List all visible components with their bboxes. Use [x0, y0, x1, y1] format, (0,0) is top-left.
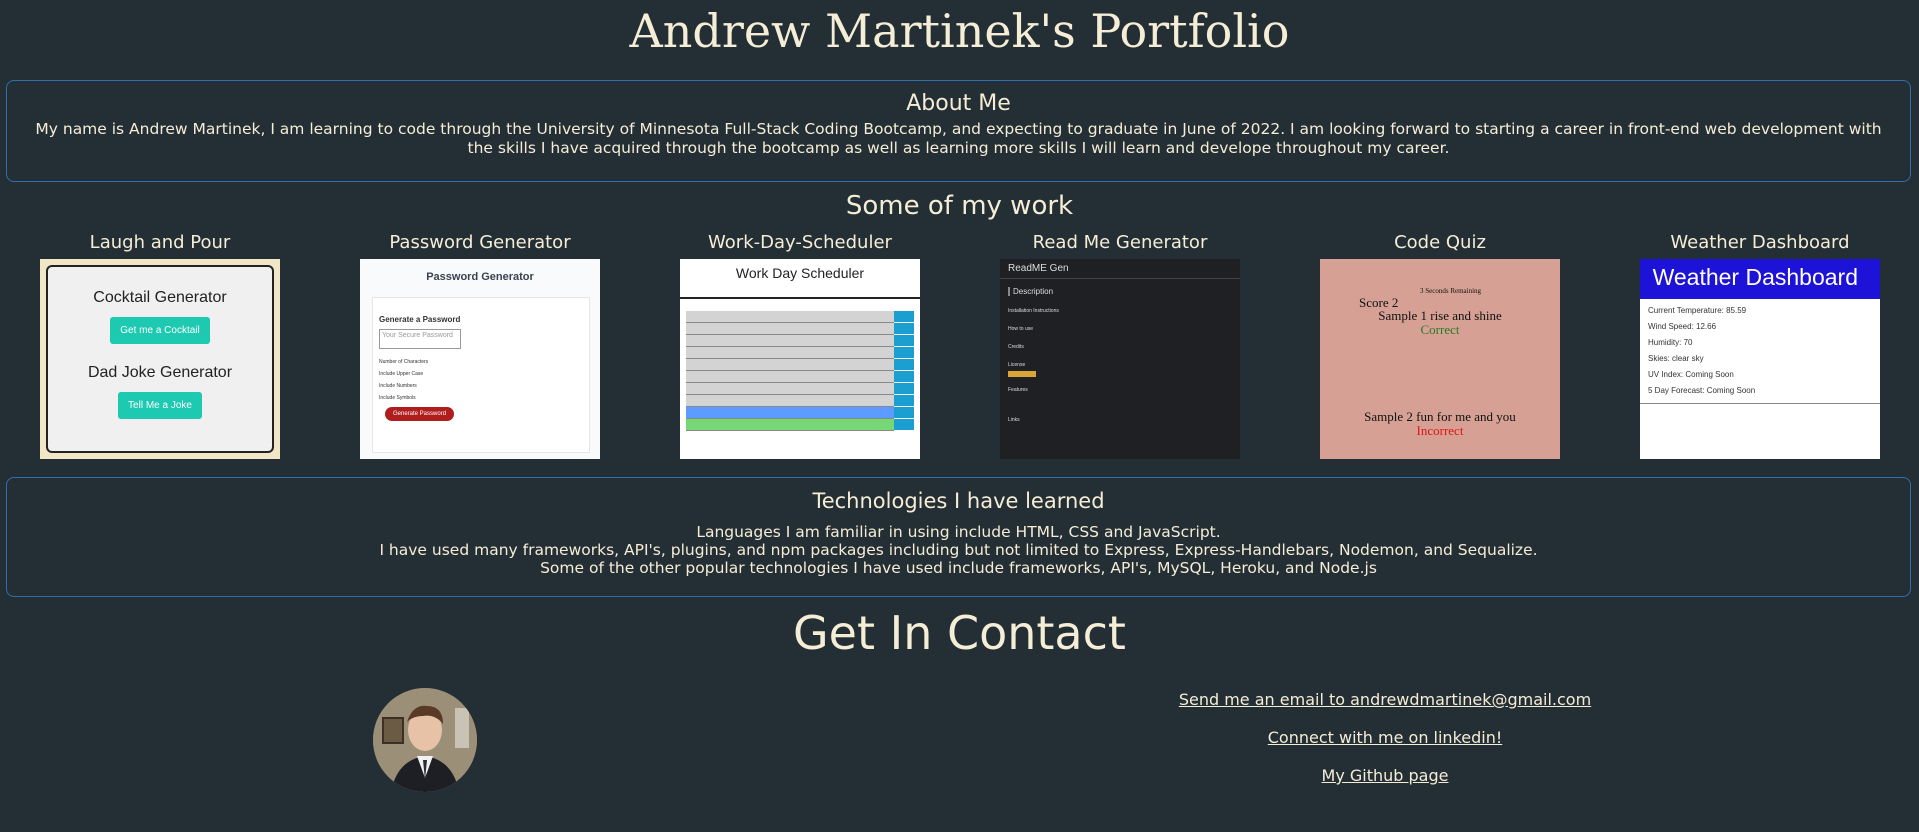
project-thumbnail[interactable]: Cocktail Generator Get me a Cocktail Dad…	[40, 259, 280, 459]
about-text: My name is Andrew Martinek, I am learnin…	[35, 120, 1882, 157]
thumb-section: Features	[1008, 387, 1028, 393]
work-heading: Some of my work	[845, 191, 1074, 221]
project-work-day-scheduler[interactable]: Work-Day-Scheduler Work Day Scheduler	[680, 232, 920, 459]
thumb-label: Number of Characters	[379, 359, 429, 365]
thumb-heading: Work Day Scheduler	[680, 259, 920, 299]
thumb-result: Correct	[1420, 322, 1460, 337]
project-read-me-generator[interactable]: Read Me Generator ReadME Gen Description…	[1000, 232, 1240, 459]
github-link[interactable]: My Github page	[1150, 766, 1620, 785]
thumb-subheading: Generate a Password	[379, 315, 461, 324]
thumb-section: Links	[1008, 417, 1020, 423]
thumb-input: Your Secure Password	[379, 329, 461, 349]
technologies-line: Languages I am familiar in using include…	[696, 523, 1221, 541]
thumb-button: Generate Password	[385, 407, 455, 421]
thumb-line: Humidity: 70	[1648, 338, 1693, 347]
thumb-section: How to use	[1008, 326, 1034, 332]
about-heading: About Me	[906, 91, 1011, 116]
thumb-heading: ReadME Gen	[1000, 259, 1240, 279]
linkedin-link[interactable]: Connect with me on linkedin!	[1150, 728, 1620, 747]
thumb-line: Wind Speed: 12.66	[1648, 322, 1717, 331]
technologies-line: I have used many frameworks, API's, plug…	[379, 541, 1538, 559]
project-laugh-and-pour[interactable]: Laugh and Pour Cocktail Generator Get me…	[40, 232, 280, 459]
project-thumbnail[interactable]: Weather Dashboard Current Temperature: 8…	[1640, 259, 1880, 459]
thumb-result: Incorrect	[1416, 423, 1464, 438]
project-thumbnail[interactable]: ReadME Gen Description Installation Inst…	[1000, 259, 1240, 459]
project-title: Work-Day-Scheduler	[708, 232, 892, 253]
thumb-line: UV Index: Coming Soon	[1648, 370, 1734, 379]
thumb-line: Current Temperature: 85.59	[1648, 306, 1747, 315]
project-code-quiz[interactable]: Code Quiz 3 Seconds Remaining Score 2 Sa…	[1320, 232, 1560, 459]
thumb-label: Include Upper Case	[379, 371, 424, 377]
thumb-label: Include Symbols	[379, 395, 416, 401]
thumb-section: License	[1008, 362, 1026, 368]
project-title: Weather Dashboard	[1670, 232, 1850, 253]
project-title: Password Generator	[389, 232, 571, 253]
project-weather-dashboard[interactable]: Weather Dashboard Weather Dashboard Curr…	[1640, 232, 1880, 459]
project-thumbnail[interactable]: Password Generator Generate a Password Y…	[360, 259, 600, 459]
thumb-heading: Password Generator	[426, 271, 534, 283]
project-thumbnail[interactable]: Work Day Scheduler	[680, 259, 920, 459]
thumb-label: Include Numbers	[379, 383, 417, 389]
email-link[interactable]: Send me an email to andrewdmartinek@gmai…	[1150, 690, 1620, 709]
page-title: Andrew Martinek's Portfolio	[629, 4, 1290, 58]
thumb-section: Credits	[1008, 344, 1024, 350]
thumb-line: Skies: clear sky	[1648, 354, 1704, 363]
thumb-heading: Dad Joke Generator	[87, 364, 233, 381]
technologies-heading: Technologies I have learned	[812, 489, 1105, 513]
project-thumbnail[interactable]: 3 Seconds Remaining Score 2 Sample 1 ris…	[1320, 259, 1560, 459]
thumb-section: Description	[1008, 287, 1240, 296]
about-section: About Me My name is Andrew Martinek, I a…	[6, 80, 1911, 182]
thumb-line: 5 Day Forecast: Coming Soon	[1648, 386, 1756, 395]
thumb-timer: 3 Seconds Remaining	[1420, 287, 1482, 295]
contact-heading: Get In Contact	[793, 606, 1126, 660]
technologies-section: Technologies I have learned Languages I …	[6, 477, 1911, 597]
thumb-button: Tell Me a Joke	[118, 392, 202, 419]
technologies-line: Some of the other popular technologies I…	[540, 559, 1377, 577]
project-title: Laugh and Pour	[89, 232, 231, 253]
thumb-heading: Weather Dashboard	[1640, 259, 1880, 299]
thumb-section: Installation Instructions	[1008, 308, 1059, 314]
portfolio-page: Andrew Martinek's Portfolio About Me My …	[0, 0, 1919, 832]
project-title: Read Me Generator	[1032, 232, 1208, 253]
thumb-button: Get me a Cocktail	[110, 317, 210, 344]
project-title: Code Quiz	[1394, 232, 1486, 253]
avatar	[373, 688, 477, 792]
contact-links: Send me an email to andrewdmartinek@gmai…	[1150, 690, 1620, 804]
project-password-generator[interactable]: Password Generator Password Generator Ge…	[360, 232, 600, 459]
thumb-heading: Cocktail Generator	[93, 289, 227, 306]
